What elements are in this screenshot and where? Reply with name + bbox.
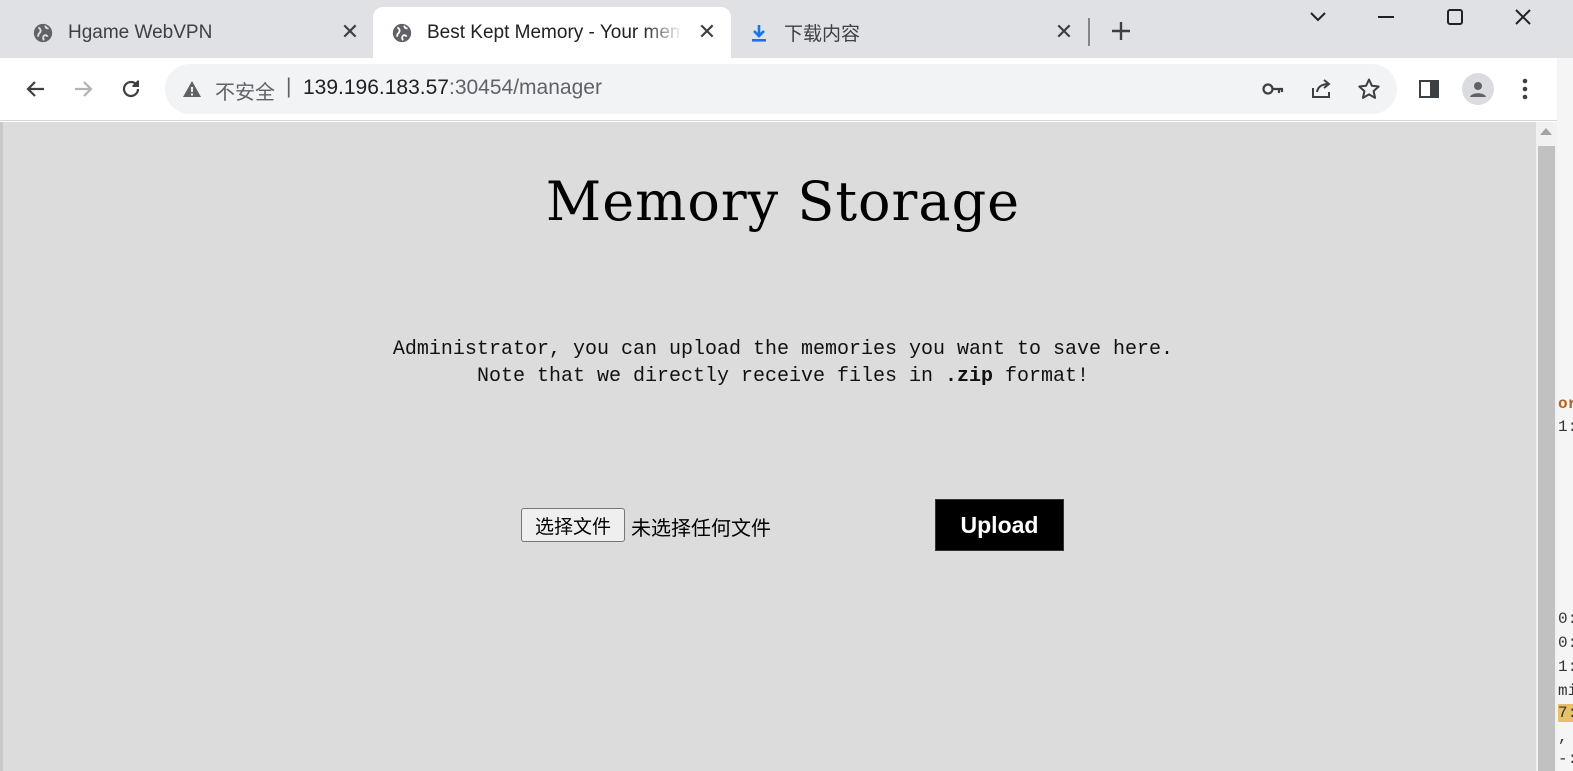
arrow-right-icon: [75, 81, 93, 97]
page-content: Memory Storage Administrator, you can up…: [0, 122, 1536, 771]
background-window-edge: or 1: 0: 0: 1: mi 7: , -:: [1557, 58, 1573, 771]
menu-button[interactable]: [1508, 72, 1542, 106]
tab-hgame-webvpn[interactable]: Hgame WebVPN ✕: [18, 7, 366, 58]
minimize-icon: [1378, 16, 1394, 18]
scrollbar-thumb[interactable]: [1538, 146, 1555, 771]
maximize-icon: [1447, 9, 1463, 25]
warning-icon[interactable]: [181, 78, 203, 100]
background-text: 0:: [1558, 634, 1573, 652]
side-panel-button[interactable]: [1412, 72, 1446, 106]
url-path: :30454/manager: [448, 76, 602, 99]
tab-best-kept-memory[interactable]: Best Kept Memory - Your memories ✕: [373, 7, 731, 58]
star-icon[interactable]: [1356, 76, 1382, 102]
tab-search-button[interactable]: [1296, 2, 1340, 32]
reload-button[interactable]: [114, 72, 148, 106]
page-title: Memory Storage: [545, 170, 1021, 233]
background-text: -:: [1558, 750, 1573, 768]
download-icon: [748, 22, 770, 44]
tab-title: Best Kept Memory - Your memories: [427, 21, 682, 43]
background-text: 0:: [1558, 610, 1573, 628]
no-file-selected-label: 未选择任何文件: [631, 518, 771, 540]
side-panel-icon: [1419, 80, 1439, 98]
person-icon: [1470, 82, 1486, 97]
background-text: mi: [1558, 682, 1573, 700]
key-icon[interactable]: [1260, 76, 1286, 102]
vertical-scrollbar[interactable]: [1536, 122, 1557, 771]
url-host: 139.196.183.57: [303, 76, 449, 99]
scroll-up-arrow-icon[interactable]: [1540, 128, 1552, 135]
globe-icon: [32, 22, 54, 44]
security-label: 不安全: [215, 82, 275, 104]
tab-separator: [1088, 18, 1090, 46]
new-tab-button[interactable]: [1106, 16, 1136, 46]
browser-toolbar: 不安全 | 139.196.183.57:30454/manager: [0, 58, 1573, 121]
minimize-button[interactable]: [1364, 2, 1408, 32]
background-text: 7:: [1558, 704, 1573, 722]
tab-title: 下载内容: [784, 24, 861, 45]
address-bar[interactable]: 不安全 | 139.196.183.57:30454/manager: [165, 64, 1397, 114]
back-button[interactable]: [19, 72, 53, 106]
zip-format-label: .zip: [945, 365, 994, 388]
background-text: ,: [1558, 728, 1568, 746]
browser-window: Hgame WebVPN ✕ Best Kept Memory - Your m…: [0, 0, 1573, 771]
description-line-1: Administrator, you can upload the memori…: [392, 338, 1174, 361]
url-text[interactable]: 139.196.183.57:30454/manager: [303, 76, 602, 100]
choose-file-button[interactable]: 选择文件: [521, 508, 625, 542]
description-suffix: format!: [993, 365, 1090, 388]
reload-icon: [122, 80, 140, 98]
maximize-button[interactable]: [1433, 2, 1477, 32]
close-icon[interactable]: ✕: [1052, 19, 1076, 44]
close-window-button[interactable]: [1501, 2, 1545, 32]
tab-strip: Hgame WebVPN ✕ Best Kept Memory - Your m…: [0, 0, 1573, 58]
close-icon[interactable]: ✕: [338, 19, 362, 44]
plus-icon: [1112, 22, 1130, 40]
background-text: or: [1558, 395, 1573, 413]
profile-button[interactable]: [1461, 72, 1495, 106]
tab-downloads[interactable]: 下载内容 ✕: [740, 7, 1080, 58]
close-icon: [1515, 9, 1531, 25]
address-separator: |: [286, 75, 292, 98]
page-description: Administrator, you can upload the memori…: [3, 336, 1563, 390]
upload-button[interactable]: Upload: [935, 499, 1064, 551]
avatar: [1462, 73, 1494, 105]
background-text: 1:: [1558, 658, 1573, 676]
tab-title: Hgame WebVPN: [68, 21, 213, 43]
arrow-left-icon: [26, 81, 44, 97]
description-line-2: Note that we directly receive files in .…: [3, 363, 1563, 390]
kebab-menu-icon: [1522, 78, 1528, 100]
forward-button[interactable]: [66, 72, 100, 106]
chevron-down-icon: [1310, 12, 1326, 22]
description-prefix: Note that we directly receive files in: [476, 365, 946, 388]
background-text: 1:: [1558, 418, 1573, 436]
globe-icon: [391, 22, 413, 44]
share-icon[interactable]: [1308, 76, 1334, 102]
close-icon[interactable]: ✕: [695, 19, 719, 44]
